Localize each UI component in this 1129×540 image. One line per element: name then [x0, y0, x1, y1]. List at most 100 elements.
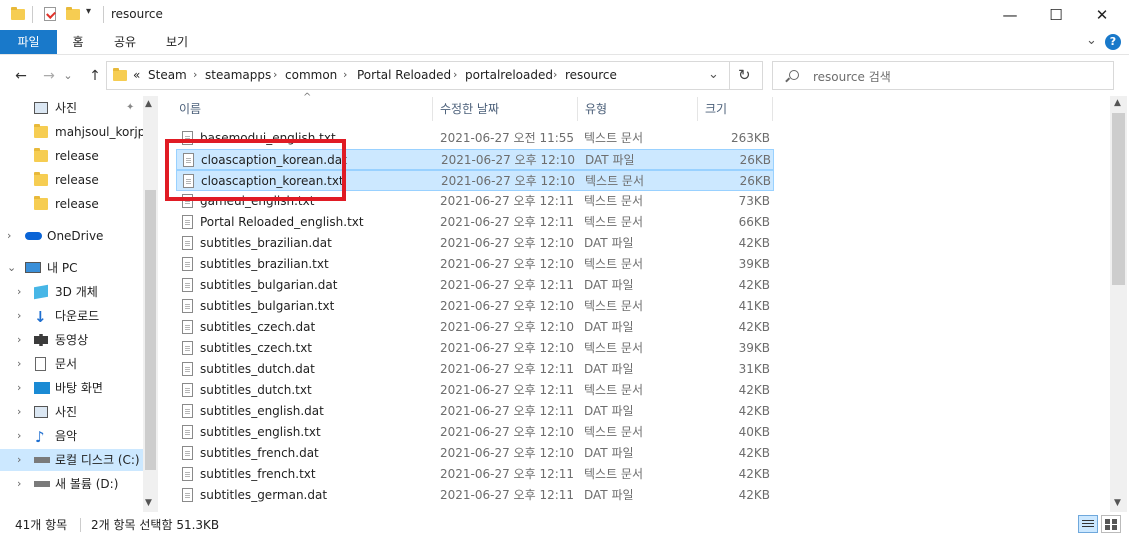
file-size: 263KB	[730, 131, 770, 145]
minimize-button[interactable]: —	[987, 0, 1033, 30]
chevron-right-icon[interactable]: ›	[17, 377, 21, 399]
search-input[interactable]: resource 검색	[813, 68, 891, 85]
breadcrumb-separator[interactable]: ›	[193, 68, 197, 81]
column-header-date[interactable]: 수정한 날짜	[440, 97, 499, 121]
file-size: 42KB	[738, 278, 770, 292]
column-divider[interactable]	[697, 97, 698, 121]
column-header-type[interactable]: 유형	[585, 97, 607, 121]
nav-item-mahjsoul[interactable]: mahjsoul_korjp	[0, 121, 145, 143]
help-icon[interactable]: ?	[1105, 34, 1121, 50]
file-row[interactable]: subtitles_german.dat 2021-06-27 오후 12:11 D…	[176, 485, 774, 506]
file-row[interactable]: subtitles_bulgarian.txt 2021-06-27 오후 12:…	[176, 296, 774, 317]
file-date: 2021-06-27 오후 12:11	[440, 194, 575, 208]
breadcrumb-portalreloaded[interactable]: portalreloaded	[465, 68, 553, 82]
column-divider[interactable]	[432, 97, 433, 121]
breadcrumb-separator[interactable]: ›	[553, 68, 557, 81]
file-row[interactable]: subtitles_brazilian.dat 2021-06-27 오후 12:…	[176, 233, 774, 254]
address-dropdown-icon[interactable]: ⌄	[708, 67, 719, 82]
nav-item-release[interactable]: release	[0, 193, 143, 215]
back-button[interactable]: ←	[10, 67, 32, 85]
tab-home[interactable]: 홈	[63, 30, 93, 54]
file-row[interactable]: subtitles_english.txt 2021-06-27 오후 12:10…	[176, 422, 774, 443]
file-row[interactable]: subtitles_french.txt 2021-06-27 오후 12:11 텍…	[176, 464, 774, 485]
file-row[interactable]: subtitles_english.dat 2021-06-27 오후 12:11…	[176, 401, 774, 422]
pictures-icon	[34, 102, 48, 114]
chevron-down-icon[interactable]: ⌄	[7, 257, 16, 279]
nav-item-videos[interactable]: › 동영상	[0, 329, 143, 351]
nav-item-this-pc[interactable]: ⌄ 내 PC	[0, 257, 143, 279]
breadcrumb-separator[interactable]: ›	[453, 68, 457, 81]
chevron-right-icon[interactable]: ›	[17, 305, 21, 327]
search-box[interactable]: resource 검색	[772, 61, 1114, 90]
scroll-down-icon[interactable]: ▼	[145, 498, 152, 508]
file-row[interactable]: subtitles_brazilian.txt 2021-06-27 오후 12:…	[176, 254, 774, 275]
breadcrumb-common[interactable]: common	[285, 68, 337, 82]
tab-share[interactable]: 공유	[106, 30, 144, 54]
breadcrumb-portal-reloaded[interactable]: Portal Reloaded	[357, 68, 451, 82]
file-name: subtitles_bulgarian.dat	[200, 278, 338, 292]
nav-item-3d-objects[interactable]: › 3D 개체	[0, 281, 143, 303]
breadcrumb-separator[interactable]: ›	[273, 68, 277, 81]
file-row[interactable]: subtitles_french.dat 2021-06-27 오후 12:10 D…	[176, 443, 774, 464]
breadcrumb-separator[interactable]: ›	[343, 68, 347, 81]
file-date: 2021-06-27 오후 12:10	[441, 174, 576, 188]
file-row[interactable]: subtitles_bulgarian.dat 2021-06-27 오후 12:…	[176, 275, 774, 296]
details-view-icon[interactable]	[1078, 515, 1098, 533]
up-button[interactable]: ↑	[84, 67, 106, 85]
large-icons-view-icon[interactable]	[1101, 515, 1121, 533]
scroll-up-icon[interactable]: ▲	[1114, 98, 1121, 108]
chevron-right-icon[interactable]: ›	[17, 449, 21, 471]
nav-item-local-disk-c[interactable]: › 로컬 디스크 (C:)	[0, 449, 143, 471]
nav-item-pictures-pinned[interactable]: 사진 ✦	[0, 97, 143, 119]
customize-quick-access-icon[interactable]: ▾	[86, 6, 91, 17]
refresh-icon[interactable]: ↻	[738, 66, 751, 84]
tab-view[interactable]: 보기	[158, 30, 196, 54]
tab-file[interactable]: 파일	[0, 30, 57, 54]
chevron-right-icon[interactable]: ›	[17, 473, 21, 495]
breadcrumb-resource[interactable]: resource	[565, 68, 617, 82]
properties-icon[interactable]	[44, 7, 56, 21]
file-row[interactable]: subtitles_czech.dat 2021-06-27 오후 12:10 DA…	[176, 317, 774, 338]
nav-item-onedrive[interactable]: › OneDrive	[0, 225, 143, 247]
nav-pane-scroll-thumb[interactable]	[145, 190, 156, 470]
column-header-size[interactable]: 크기	[705, 97, 727, 121]
title-bar: ▾ resource — ☐ ✕	[0, 0, 1129, 30]
scroll-up-icon[interactable]: ▲	[145, 99, 152, 109]
chevron-right-icon[interactable]: ›	[17, 425, 21, 447]
file-list-scroll-thumb[interactable]	[1112, 113, 1125, 285]
new-folder-icon[interactable]	[66, 7, 80, 20]
file-date: 2021-06-27 오후 12:10	[440, 320, 575, 334]
address-bar[interactable]: « Steam › steamapps › common › Portal Re…	[106, 61, 763, 90]
breadcrumb-steam[interactable]: Steam	[148, 68, 187, 82]
chevron-right-icon[interactable]: ›	[17, 353, 21, 375]
file-row[interactable]: subtitles_dutch.txt 2021-06-27 오후 12:11 텍스…	[176, 380, 774, 401]
nav-item-release[interactable]: release	[0, 145, 143, 167]
file-type: 텍스트 문서	[585, 174, 645, 188]
recent-locations-button[interactable]: ⌄	[62, 67, 74, 85]
nav-item-music[interactable]: › ♪ 음악	[0, 425, 143, 447]
file-row[interactable]: subtitles_czech.txt 2021-06-27 오후 12:10 텍스…	[176, 338, 774, 359]
breadcrumb-steamapps[interactable]: steamapps	[205, 68, 271, 82]
nav-item-release[interactable]: release	[0, 169, 143, 191]
close-button[interactable]: ✕	[1079, 0, 1125, 30]
file-row[interactable]: subtitles_dutch.dat 2021-06-27 오후 12:11 DA…	[176, 359, 774, 380]
nav-item-downloads[interactable]: › ↓ 다운로드	[0, 305, 143, 327]
forward-button[interactable]: →	[38, 67, 60, 85]
file-row[interactable]: Portal Reloaded_english.txt 2021-06-27 오후…	[176, 212, 774, 233]
file-type: 텍스트 문서	[584, 131, 644, 145]
chevron-right-icon[interactable]: ›	[17, 329, 21, 351]
maximize-button[interactable]: ☐	[1033, 0, 1079, 30]
column-divider[interactable]	[577, 97, 578, 121]
expand-ribbon-icon[interactable]: ⌄	[1086, 33, 1097, 48]
nav-item-new-volume-d[interactable]: › 새 볼륨 (D:)	[0, 473, 143, 495]
scroll-down-icon[interactable]: ▼	[1114, 498, 1121, 508]
chevron-right-icon[interactable]: ›	[7, 225, 11, 247]
nav-item-documents[interactable]: › 문서	[0, 353, 143, 375]
nav-item-pictures[interactable]: › 사진	[0, 401, 143, 423]
chevron-right-icon[interactable]: ›	[17, 401, 21, 423]
column-header-name[interactable]: 이름	[179, 97, 201, 121]
breadcrumb-overflow[interactable]: «	[133, 68, 140, 82]
column-divider[interactable]	[772, 97, 773, 121]
chevron-right-icon[interactable]: ›	[17, 281, 21, 303]
nav-item-desktop[interactable]: › 바탕 화면	[0, 377, 143, 399]
